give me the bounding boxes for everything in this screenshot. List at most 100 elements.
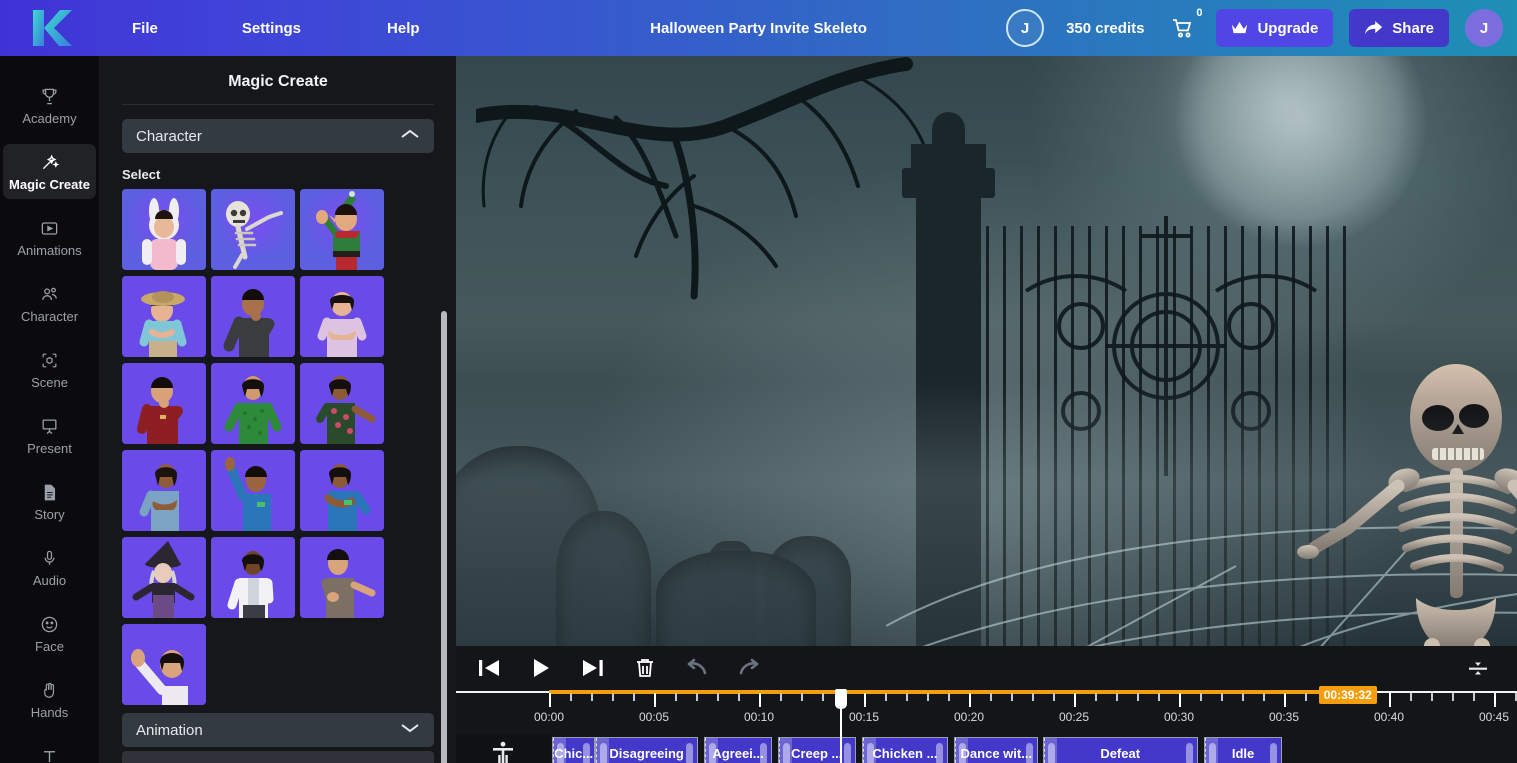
animation-section-header[interactable]: Animation xyxy=(122,713,434,747)
character-thumbnail[interactable] xyxy=(211,537,295,618)
sidebar-item-character[interactable]: Character xyxy=(3,276,96,331)
playhead-knob[interactable] xyxy=(835,689,847,709)
clip-trim-handle-right[interactable] xyxy=(760,743,767,763)
upgrade-button[interactable]: Upgrade xyxy=(1216,9,1333,47)
preview-canvas[interactable] xyxy=(456,56,1517,646)
menu-settings[interactable]: Settings xyxy=(228,12,315,45)
character-thumbnail[interactable] xyxy=(300,363,384,444)
cart-button[interactable]: 0 xyxy=(1166,11,1200,45)
sidebar-item-animations[interactable]: Animations xyxy=(3,210,96,265)
timeline-clip[interactable]: Chic... xyxy=(552,737,595,763)
clip-trim-handle-left[interactable] xyxy=(959,743,966,763)
clip-trim-handle-left[interactable] xyxy=(557,743,564,763)
clip-trim-handle-right[interactable] xyxy=(844,743,851,763)
timeline-ruler[interactable]: 00:0000:0500:1000:1500:2000:2500:3000:35… xyxy=(456,690,1517,734)
track-header[interactable] xyxy=(456,734,550,763)
menu-file[interactable]: File xyxy=(118,12,172,45)
presentation-icon xyxy=(39,415,61,437)
ruler-minor-tick xyxy=(822,693,824,701)
character-thumbnail[interactable] xyxy=(122,189,206,270)
sidebar-item-face[interactable]: Face xyxy=(3,606,96,661)
sidebar-label: Story xyxy=(34,508,64,521)
character-thumbnail[interactable] xyxy=(122,450,206,531)
skip-to-start-button[interactable] xyxy=(476,655,502,681)
undo-button[interactable] xyxy=(684,655,710,681)
timeline-clip[interactable]: Creep ... xyxy=(778,737,856,763)
character-thumbnail[interactable] xyxy=(300,189,384,270)
character-thumbnail[interactable] xyxy=(300,537,384,618)
character-section-header[interactable]: Character xyxy=(122,119,434,153)
sidebar-item-scene[interactable]: Scene xyxy=(3,342,96,397)
redo-button[interactable] xyxy=(736,655,762,681)
ruler-minor-tick xyxy=(1116,693,1118,701)
delete-button[interactable] xyxy=(632,655,658,681)
ruler-major-tick xyxy=(1389,693,1391,707)
sidebar-item-academy[interactable]: Academy xyxy=(3,78,96,133)
profile-avatar[interactable]: J xyxy=(1465,9,1503,47)
ruler-tick-label: 00:40 xyxy=(1374,710,1404,724)
sidebar-item-story[interactable]: Story xyxy=(3,474,96,529)
clip-trim-handle-left[interactable] xyxy=(600,743,607,763)
clip-trim-handle-right[interactable] xyxy=(686,743,693,763)
timeline-clip[interactable]: Chicken ... xyxy=(862,737,948,763)
sidebar-item-audio[interactable]: Audio xyxy=(3,540,96,595)
character-thumbnail-grid xyxy=(122,189,434,705)
character-thumbnail[interactable] xyxy=(122,537,206,618)
collapsed-section-stub[interactable] xyxy=(122,751,434,763)
animation-track-lane[interactable]: Chic...DisagreeingAgreei... Creep ...Chic… xyxy=(550,734,1517,763)
sidebar-item-present[interactable]: Present xyxy=(3,408,96,463)
timeline-clip[interactable]: Disagreeing xyxy=(595,737,698,763)
clip-trim-handle-left[interactable] xyxy=(867,743,874,763)
skip-to-end-button[interactable] xyxy=(580,655,606,681)
clip-trim-handle-left[interactable] xyxy=(1209,743,1216,763)
character-thumbnail[interactable] xyxy=(122,276,206,357)
character-thumbnail[interactable] xyxy=(300,450,384,531)
share-label: Share xyxy=(1392,20,1434,37)
header-actions: J 350 credits 0 Upgrade Share xyxy=(1006,9,1517,47)
sidebar-label: Academy xyxy=(22,112,76,125)
pillar-cap xyxy=(902,168,995,198)
ruler-minor-tick xyxy=(801,693,803,701)
user-avatar-outline[interactable]: J xyxy=(1006,9,1044,47)
timeline-clip[interactable]: Defeat xyxy=(1043,737,1198,763)
timeline-clip[interactable]: Idle xyxy=(1204,737,1282,763)
character-thumbnail[interactable] xyxy=(211,276,295,357)
timeline-clip[interactable]: Agreei... xyxy=(704,737,771,763)
character-thumbnail[interactable] xyxy=(211,189,295,270)
play-button[interactable] xyxy=(528,655,554,681)
character-thumbnail[interactable] xyxy=(211,450,295,531)
share-button[interactable]: Share xyxy=(1349,9,1449,47)
ruler-tick-label: 00:45 xyxy=(1479,710,1509,724)
sidebar-item-hands[interactable]: Hands xyxy=(3,672,96,727)
scene-fog xyxy=(456,381,1517,647)
panel-divider xyxy=(122,104,434,105)
ruler-minor-tick xyxy=(927,693,929,701)
ruler-minor-tick xyxy=(1158,693,1160,701)
fit-to-screen-button[interactable] xyxy=(1465,656,1491,682)
clip-trim-handle-right[interactable] xyxy=(1186,743,1193,763)
panel-scrollbar-thumb[interactable] xyxy=(441,311,447,763)
panel-scrollbar-track[interactable] xyxy=(441,311,447,763)
clip-trim-handle-left[interactable] xyxy=(783,743,790,763)
character-section-body: Select xyxy=(100,153,456,763)
clip-trim-handle-right[interactable] xyxy=(583,743,590,763)
timeline-track-row: Chic...DisagreeingAgreei... Creep ...Chic… xyxy=(456,734,1517,763)
character-thumbnail[interactable] xyxy=(211,363,295,444)
ruler-major-tick xyxy=(1284,693,1286,707)
playhead[interactable] xyxy=(840,690,842,763)
sidebar-item-magic-create[interactable]: Magic Create xyxy=(3,144,96,199)
character-thumbnail[interactable] xyxy=(300,276,384,357)
app-header: File Settings Help Halloween Party Invit… xyxy=(0,0,1517,56)
clip-trim-handle-right[interactable] xyxy=(1270,743,1277,763)
k-logo-icon[interactable] xyxy=(0,0,100,56)
clip-trim-handle-left[interactable] xyxy=(709,743,716,763)
character-thumbnail[interactable] xyxy=(122,624,206,705)
menu-help[interactable]: Help xyxy=(373,12,434,45)
timeline-clip[interactable]: Dance wit... xyxy=(954,737,1038,763)
clip-trim-handle-right[interactable] xyxy=(1026,743,1033,763)
clip-trim-handle-left[interactable] xyxy=(1048,743,1055,763)
character-thumbnail[interactable] xyxy=(122,363,206,444)
clip-trim-handle-right[interactable] xyxy=(936,743,943,763)
sidebar-item-text-effects[interactable]: Text Effects xyxy=(3,738,96,763)
ruler-minor-tick xyxy=(1305,693,1307,701)
